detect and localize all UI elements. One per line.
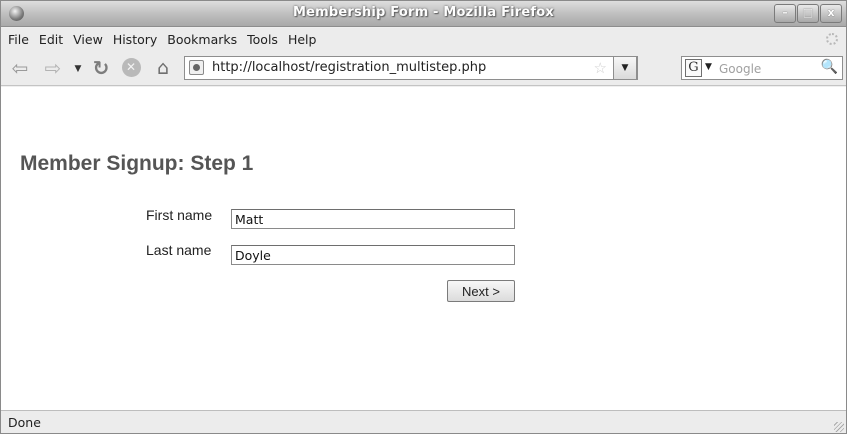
maximize-icon: □ bbox=[802, 6, 814, 19]
menu-file[interactable]: File bbox=[5, 30, 36, 49]
last-name-label: Last name bbox=[146, 242, 212, 258]
last-name-input[interactable] bbox=[231, 245, 515, 265]
resize-grip-icon[interactable] bbox=[834, 422, 844, 432]
first-name-label: First name bbox=[146, 207, 213, 223]
navigation-toolbar: ⇦ ⇨ ▼ ↻ ✕ ⌂ http://localhost/registratio… bbox=[1, 50, 846, 86]
menu-bookmarks[interactable]: Bookmarks bbox=[164, 30, 244, 49]
history-dropdown-icon[interactable]: ▼ bbox=[71, 59, 85, 79]
window-controls: – □ x bbox=[774, 4, 842, 23]
menu-help[interactable]: Help bbox=[285, 30, 324, 49]
search-engine-dropdown-icon[interactable]: ▼ bbox=[705, 62, 712, 72]
menu-tools[interactable]: Tools bbox=[244, 30, 285, 49]
search-input[interactable] bbox=[719, 60, 814, 77]
url-text[interactable]: http://localhost/registration_multistep.… bbox=[212, 60, 486, 75]
window-title: Membership Form - Mozilla Firefox bbox=[292, 5, 555, 20]
page-title: Member Signup: Step 1 bbox=[20, 152, 254, 175]
title-bar[interactable]: Membership Form - Mozilla Firefox – □ x bbox=[1, 1, 846, 27]
stop-icon-glyph: ✕ bbox=[121, 58, 141, 77]
search-bar[interactable]: G ▼ 🔍 bbox=[681, 56, 843, 80]
site-identity-icon[interactable] bbox=[189, 60, 204, 75]
maximize-button[interactable]: □ bbox=[797, 4, 819, 23]
menu-edit[interactable]: Edit bbox=[36, 30, 70, 49]
status-text: Done bbox=[8, 415, 41, 430]
menu-history[interactable]: History bbox=[110, 30, 164, 49]
status-bar: Done bbox=[1, 410, 846, 433]
home-icon[interactable]: ⌂ bbox=[151, 58, 175, 78]
back-icon[interactable]: ⇦ bbox=[7, 58, 33, 78]
minimize-button[interactable]: – bbox=[774, 4, 796, 23]
close-button[interactable]: x bbox=[820, 4, 842, 23]
stop-icon[interactable]: ✕ bbox=[120, 58, 142, 78]
close-icon: x bbox=[827, 6, 835, 19]
star-icon[interactable]: ☆ bbox=[594, 59, 607, 77]
page-content: Member Signup: Step 1 First name Last na… bbox=[1, 87, 846, 410]
first-name-input[interactable] bbox=[231, 209, 515, 229]
minimize-icon: – bbox=[782, 6, 788, 19]
magnifier-icon[interactable]: 🔍 bbox=[821, 59, 838, 75]
menu-bar: File Edit View History Bookmarks Tools H… bbox=[1, 28, 846, 50]
throbber-icon bbox=[826, 33, 838, 45]
reload-icon[interactable]: ↻ bbox=[90, 58, 112, 78]
browser-window: Membership Form - Mozilla Firefox – □ x … bbox=[0, 0, 847, 434]
forward-icon[interactable]: ⇨ bbox=[41, 58, 65, 78]
url-dropdown-button[interactable]: ▼ bbox=[613, 56, 637, 80]
menu-view[interactable]: View bbox=[70, 30, 110, 49]
url-bar[interactable]: http://localhost/registration_multistep.… bbox=[184, 56, 638, 80]
next-button[interactable]: Next > bbox=[447, 280, 515, 302]
search-engine-icon[interactable]: G bbox=[685, 59, 702, 77]
